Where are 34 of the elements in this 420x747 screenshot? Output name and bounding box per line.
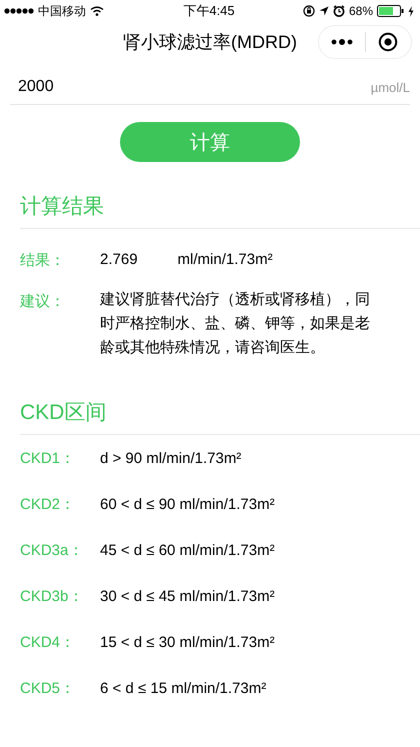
battery-percent: 68%	[348, 4, 373, 18]
page-title: 肾小球滤过率(MDRD)	[123, 31, 297, 54]
signal-icon	[4, 7, 34, 15]
result-value: 2.769	[100, 251, 138, 270]
carrier-name: 中国移动	[38, 2, 86, 20]
location-icon	[318, 6, 329, 16]
stage-label: CKD2：	[20, 494, 76, 514]
range-text: 15 < d ≤ 30 ml/min/1.73m²	[100, 634, 275, 650]
advice-text: 建议肾脏替代治疗（透析或肾移植），同时严格控制水、盐、磷、钾等，如果是老龄或其他特殊情况，请咨询医生。	[100, 290, 370, 358]
range-text: 45 < d ≤ 60 ml/min/1.73m²	[100, 542, 275, 558]
battery-icon	[377, 5, 404, 17]
range-text: 6 < d ≤ 15 ml/min/1.73m²	[100, 680, 266, 696]
section-heading: 计算结果	[20, 192, 420, 229]
section-heading: CKD区间	[20, 398, 420, 435]
range-text: 30 < d ≤ 45 ml/min/1.73m²	[100, 588, 275, 604]
stage-label: CKD5：	[20, 678, 76, 698]
field-label: 建议：	[20, 292, 66, 312]
stage-label: CKD4：	[20, 632, 76, 652]
range-text: d > 90 ml/min/1.73m²	[100, 450, 242, 466]
charging-bolt-icon	[408, 6, 414, 16]
stage-label: CKD3a：	[20, 540, 84, 560]
wifi-icon	[90, 6, 104, 16]
field-label: 结果：	[20, 251, 66, 270]
more-icon	[330, 39, 353, 45]
input-field[interactable]: 2000	[10, 78, 371, 96]
stage-label: CKD3b：	[20, 586, 84, 606]
target-icon	[378, 32, 398, 52]
range-text: 60 < d ≤ 90 ml/min/1.73m²	[100, 496, 275, 512]
alarm-icon	[332, 5, 345, 17]
result-unit: ml/min/1.73m²	[178, 251, 273, 270]
rotation-lock-icon	[302, 5, 315, 17]
stage-label: CKD1：	[20, 448, 76, 468]
status-time: 下午4:45	[183, 2, 235, 20]
unit-label: µmol/L	[370, 80, 410, 94]
